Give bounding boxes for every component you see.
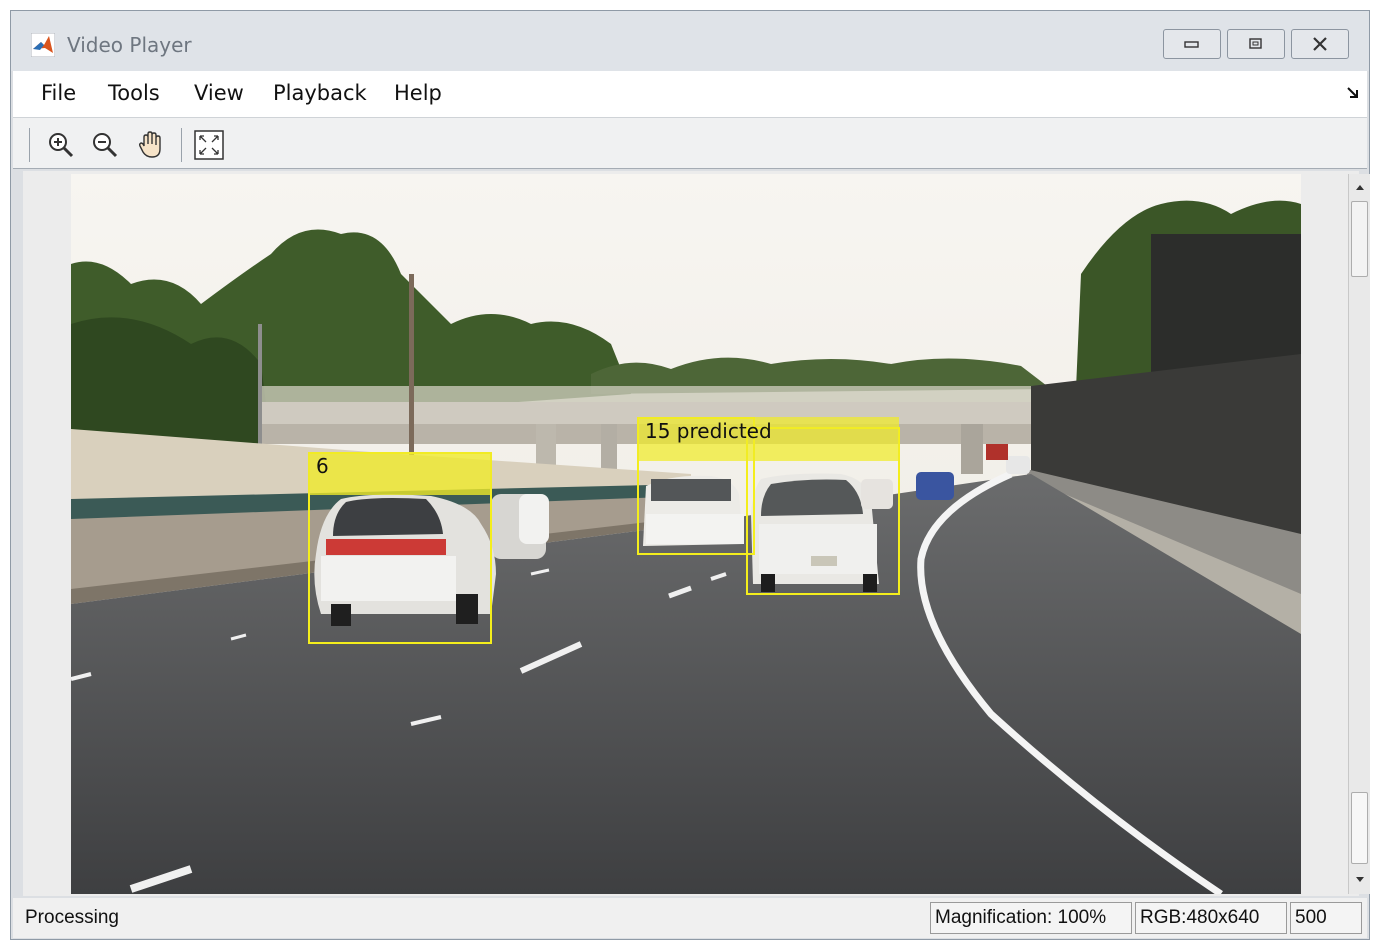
menu-bar: File Tools View Playback Help bbox=[13, 71, 1367, 117]
status-text: Processing bbox=[25, 907, 119, 928]
scroll-thumb[interactable] bbox=[1351, 201, 1368, 277]
zoom-out-button[interactable] bbox=[89, 129, 121, 161]
maximize-button[interactable] bbox=[1227, 29, 1285, 59]
minimize-icon bbox=[1184, 41, 1199, 48]
scroll-thumb-lower[interactable] bbox=[1351, 792, 1368, 864]
detection-label-15-predicted: 15 predicted bbox=[637, 417, 899, 461]
menu-help[interactable]: Help bbox=[394, 81, 442, 105]
vertical-scrollbar[interactable] bbox=[1348, 174, 1370, 894]
maximize-icon bbox=[1249, 38, 1262, 49]
dock-arrow-icon[interactable] bbox=[1347, 87, 1359, 99]
status-bar: Processing Magnification: 100% RGB:480x6… bbox=[13, 898, 1367, 938]
scroll-up-icon bbox=[1355, 185, 1364, 190]
scroll-down-button[interactable] bbox=[1349, 869, 1370, 891]
title-bar[interactable]: Video Player bbox=[11, 11, 1369, 71]
video-player-window: Video Player File Tools View Playback He… bbox=[10, 10, 1370, 940]
fit-to-window-button[interactable] bbox=[193, 129, 225, 161]
video-viewport[interactable]: 6 15 predicted bbox=[23, 171, 1370, 896]
menu-tools[interactable]: Tools bbox=[108, 81, 160, 105]
toolbar-separator bbox=[181, 128, 182, 162]
zoom-in-icon bbox=[49, 133, 74, 158]
scroll-up-button[interactable] bbox=[1349, 176, 1370, 198]
zoom-out-icon bbox=[93, 133, 118, 158]
menu-playback[interactable]: Playback bbox=[273, 81, 367, 105]
pan-hand-icon bbox=[138, 131, 161, 158]
close-icon bbox=[1313, 37, 1327, 51]
menu-file[interactable]: File bbox=[41, 81, 76, 105]
detection-label-6: 6 bbox=[308, 452, 492, 495]
magnification-readout: Magnification: 100% bbox=[930, 902, 1132, 934]
frame-number-readout: 500 bbox=[1290, 902, 1362, 934]
scroll-down-icon bbox=[1355, 877, 1364, 882]
menu-view[interactable]: View bbox=[194, 81, 244, 105]
pan-button[interactable] bbox=[135, 129, 167, 161]
toolbar-separator bbox=[29, 128, 30, 162]
zoom-in-button[interactable] bbox=[45, 129, 77, 161]
window-title: Video Player bbox=[67, 33, 192, 57]
toolbar bbox=[13, 117, 1367, 169]
matlab-logo-icon bbox=[31, 33, 55, 57]
minimize-button[interactable] bbox=[1163, 29, 1221, 59]
fit-to-window-icon bbox=[194, 130, 224, 160]
image-format-readout: RGB:480x640 bbox=[1135, 902, 1287, 934]
close-button[interactable] bbox=[1291, 29, 1349, 59]
video-frame[interactable]: 6 15 predicted bbox=[71, 174, 1301, 894]
